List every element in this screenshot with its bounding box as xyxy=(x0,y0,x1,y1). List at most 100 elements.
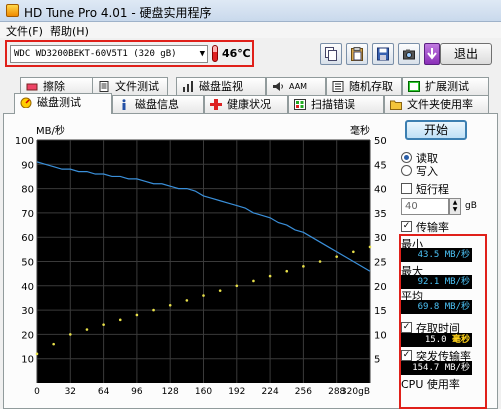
access-time-point xyxy=(318,260,322,263)
speaker-icon xyxy=(273,82,283,91)
menu-bar: 文件(F) 帮助(H) xyxy=(0,22,501,38)
access-time-point xyxy=(185,299,189,302)
cpu-usage-label: CPU 使用率 xyxy=(401,378,460,391)
tab-extra-tests[interactable]: 扩展测试 xyxy=(402,77,489,95)
y-tick-label-right: 20 xyxy=(374,282,387,293)
transfer-rate-checkbox[interactable]: ✓ xyxy=(401,221,412,232)
access-time-value: 15.0 xyxy=(424,335,447,345)
access-time-point xyxy=(85,328,89,331)
write-radio[interactable] xyxy=(401,165,412,176)
short-stroke-label: 短行程 xyxy=(416,183,449,196)
access-time-point xyxy=(218,289,222,292)
left-axis-label: MB/秒 xyxy=(36,124,65,137)
start-button[interactable]: 开始 xyxy=(405,120,467,140)
y-tick-label-right: 25 xyxy=(374,258,387,269)
y-tick-label-left: 30 xyxy=(21,306,34,317)
access-time-point xyxy=(69,333,72,336)
tab-label: 扩展测试 xyxy=(425,80,469,93)
y-tick-label-left: 60 xyxy=(21,233,34,244)
short-stroke-spinner[interactable]: ▲ ▼ xyxy=(449,198,461,215)
right-axis-label: 毫秒 xyxy=(350,124,370,137)
burst-rate-checkbox[interactable]: ✓ xyxy=(401,350,412,361)
x-tick-label: 96 xyxy=(131,387,143,397)
max-unit: MB/秒 xyxy=(444,277,470,287)
y-tick-label-right: 5 xyxy=(374,355,380,366)
screenshot-button[interactable] xyxy=(398,43,420,65)
title-bar: HD Tune Pro 4.01 - 硬盘实用程序 xyxy=(0,0,501,22)
y-tick-label-left: 100 xyxy=(15,136,34,147)
copy-button[interactable] xyxy=(320,43,342,65)
benchmark-graph: MB/秒 毫秒 100 5090 4580 4070 3560 3050 2540 2030 1… xyxy=(15,124,387,397)
camera-icon xyxy=(403,49,415,60)
download-button[interactable] xyxy=(424,43,440,65)
window-title: HD Tune Pro 4.01 - 硬盘实用程序 xyxy=(24,6,212,20)
access-time-point xyxy=(135,313,139,317)
y-tick-label-left: 70 xyxy=(21,209,34,220)
app-icon xyxy=(6,4,19,17)
avg-value-box: 69.8 MB/秒 xyxy=(401,300,472,314)
access-time-point xyxy=(285,269,289,273)
tab-folder-usage[interactable]: 文件夹使用率 xyxy=(384,95,489,113)
health-icon xyxy=(210,99,222,110)
tab-random-access[interactable]: 随机存取 xyxy=(326,77,402,95)
random-access-icon xyxy=(332,81,344,92)
menu-file[interactable]: 文件(F) xyxy=(6,23,43,39)
y-tick-label-right: 45 xyxy=(374,160,387,171)
y-tick-label-right: 30 xyxy=(374,233,387,244)
tab-label: 扫描错误 xyxy=(311,98,355,111)
tab-label: 磁盘监视 xyxy=(199,80,243,93)
tab-disk-monitor[interactable]: 磁盘监视 xyxy=(176,77,266,95)
toolbar: WDC WD3200BEKT-60V5T1 (320 gB) ▼ 46℃ 退出 xyxy=(0,38,501,72)
write-label: 写入 xyxy=(416,165,438,178)
tab-label: 健康状况 xyxy=(227,98,271,111)
paste-icon xyxy=(351,47,363,61)
copy-icon xyxy=(325,47,337,61)
tab-info[interactable]: 磁盘信息 xyxy=(112,95,204,113)
scan-icon xyxy=(294,99,306,110)
y-tick-label-left: 50 xyxy=(21,258,34,269)
extra-tests-icon xyxy=(408,81,420,92)
short-stroke-input[interactable]: 40 xyxy=(401,198,449,215)
burst-rate-value: 154.7 xyxy=(412,363,440,373)
min-value-box: 43.5 MB/秒 xyxy=(401,248,472,262)
menu-help[interactable]: 帮助(H) xyxy=(50,23,89,39)
access-time-point xyxy=(268,274,272,278)
y-tick-label-left: 80 xyxy=(21,185,34,196)
monitor-icon xyxy=(183,81,193,92)
access-time-point xyxy=(102,323,105,326)
y-tick-label-left: 40 xyxy=(21,282,34,293)
y-tick-label-left: 90 xyxy=(21,160,34,171)
save-icon xyxy=(377,47,389,61)
avg-value: 69.8 xyxy=(417,302,440,312)
min-unit: MB/秒 xyxy=(444,250,470,260)
tab-aam[interactable]: AAM xyxy=(266,77,326,95)
access-time-point xyxy=(335,255,339,258)
thermometer-icon xyxy=(212,45,218,62)
x-tick-label: 224 xyxy=(262,387,279,397)
drive-select-value: WDC WD3200BEKT-60V5T1 (320 gB) xyxy=(14,49,177,59)
x-tick-label: 64 xyxy=(98,387,110,397)
access-time-unit: 毫秒 xyxy=(451,335,470,345)
exit-button[interactable]: 退出 xyxy=(440,43,492,65)
drive-select[interactable]: WDC WD3200BEKT-60V5T1 (320 gB) ▼ xyxy=(10,45,208,63)
temperature-value: 46℃ xyxy=(222,47,251,60)
file-test-icon xyxy=(99,81,109,92)
tab-error-scan[interactable]: 扫描错误 xyxy=(288,95,384,113)
short-stroke-unit: gB xyxy=(465,201,477,211)
access-time-point xyxy=(152,308,155,312)
short-stroke-checkbox[interactable] xyxy=(401,183,412,194)
tab-label: 擦除 xyxy=(43,80,65,93)
tab-label: 随机存取 xyxy=(349,80,393,93)
tab-health[interactable]: 健康状况 xyxy=(204,95,288,113)
tab-label: AAM xyxy=(289,82,308,91)
max-value-box: 92.1 MB/秒 xyxy=(401,275,472,289)
eraser-icon xyxy=(26,83,38,91)
paste-button[interactable] xyxy=(346,43,368,65)
tab-benchmark[interactable]: 磁盘测试 xyxy=(14,93,112,114)
download-icon xyxy=(427,48,437,60)
access-time-checkbox[interactable]: ✓ xyxy=(401,322,412,333)
avg-unit: MB/秒 xyxy=(444,302,470,312)
transfer-rate-label: 传输率 xyxy=(416,221,449,234)
save-button[interactable] xyxy=(372,43,394,65)
read-radio[interactable] xyxy=(401,152,412,163)
